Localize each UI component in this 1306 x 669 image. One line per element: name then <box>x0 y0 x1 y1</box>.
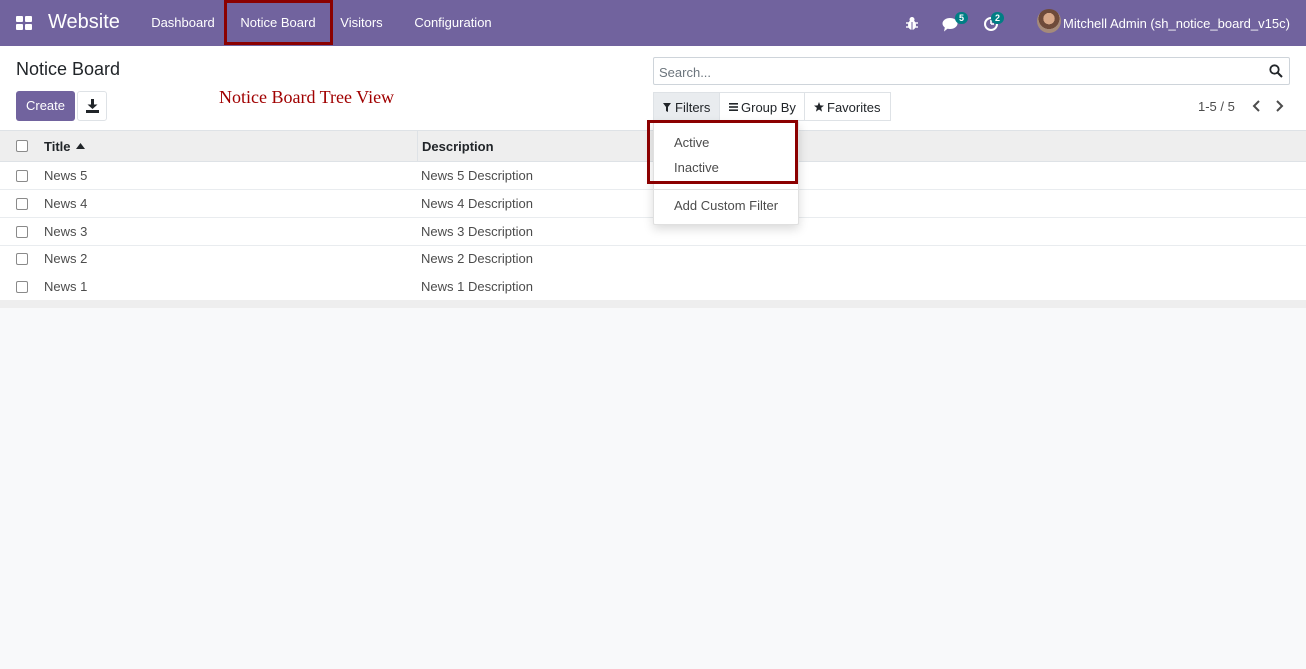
annotation-label: Notice Board Tree View <box>219 87 395 107</box>
table-footer <box>0 300 1306 308</box>
chevron-right-icon[interactable] <box>1272 98 1286 114</box>
list-icon <box>729 103 738 111</box>
select-all-checkbox[interactable] <box>16 140 28 152</box>
row-title: News 1 <box>44 279 88 294</box>
row-checkbox[interactable] <box>16 281 28 293</box>
table-row[interactable] <box>0 273 1306 301</box>
search-placeholder: Search... <box>659 65 712 80</box>
apps-icon[interactable] <box>16 16 32 30</box>
filter-icon <box>663 103 671 112</box>
row-checkbox[interactable] <box>16 226 28 238</box>
row-title: News 3 <box>44 224 88 239</box>
sort-up-icon <box>76 143 85 149</box>
filters-highlight <box>647 120 798 184</box>
favorites-label: Favorites <box>827 100 881 115</box>
row-description: News 5 Description <box>421 168 533 183</box>
table-row[interactable] <box>0 246 1306 274</box>
row-title: News 5 <box>44 168 88 183</box>
row-description: News 3 Description <box>421 224 533 239</box>
search-input[interactable]: Search... <box>653 57 1290 85</box>
add-custom-filter[interactable]: Add Custom Filter <box>674 198 778 213</box>
user-menu[interactable]: Mitchell Admin (sh_notice_board_v15c) <box>1063 16 1290 31</box>
create-button[interactable]: Create <box>16 91 75 121</box>
group-by-button[interactable]: Group By <box>719 92 805 121</box>
export-button[interactable] <box>77 91 107 121</box>
menu-visitors[interactable]: Visitors <box>333 0 390 46</box>
column-description[interactable]: Description <box>422 139 494 154</box>
pager-value[interactable]: 1-5 / 5 <box>1198 99 1235 114</box>
filters-label: Filters <box>675 100 711 115</box>
column-title[interactable]: Title <box>44 139 85 154</box>
menu-configuration[interactable]: Configuration <box>404 0 502 46</box>
chevron-left-icon[interactable] <box>1250 98 1264 114</box>
row-description: News 2 Description <box>421 251 533 266</box>
messages-count-badge: 5 <box>955 12 969 24</box>
page-title: Notice Board <box>16 59 121 79</box>
app-brand[interactable]: Website <box>48 11 120 34</box>
row-title: News 4 <box>44 196 88 211</box>
row-description: News 1 Description <box>421 279 533 294</box>
activities-count-badge: 2 <box>991 12 1005 24</box>
filters-button[interactable]: Filters <box>653 92 720 121</box>
row-checkbox[interactable] <box>16 198 28 210</box>
group-by-label: Group By <box>741 100 796 115</box>
row-title: News 2 <box>44 251 88 266</box>
column-title-label: Title <box>44 139 71 154</box>
row-description: News 4 Description <box>421 196 533 211</box>
download-icon <box>86 99 99 113</box>
row-checkbox[interactable] <box>16 253 28 265</box>
menu-dashboard[interactable]: Dashboard <box>144 0 222 46</box>
top-navbar: Website Dashboard Notice Board Visitors … <box>0 0 1306 46</box>
avatar[interactable] <box>1037 9 1061 33</box>
search-icon[interactable] <box>1269 64 1283 78</box>
bug-icon[interactable] <box>905 15 919 33</box>
dropdown-divider <box>654 189 798 190</box>
column-separator <box>417 131 418 162</box>
row-checkbox[interactable] <box>16 170 28 182</box>
favorites-button[interactable]: Favorites <box>804 92 891 121</box>
star-icon <box>814 102 824 112</box>
notice-board-menu-highlight <box>224 0 333 45</box>
